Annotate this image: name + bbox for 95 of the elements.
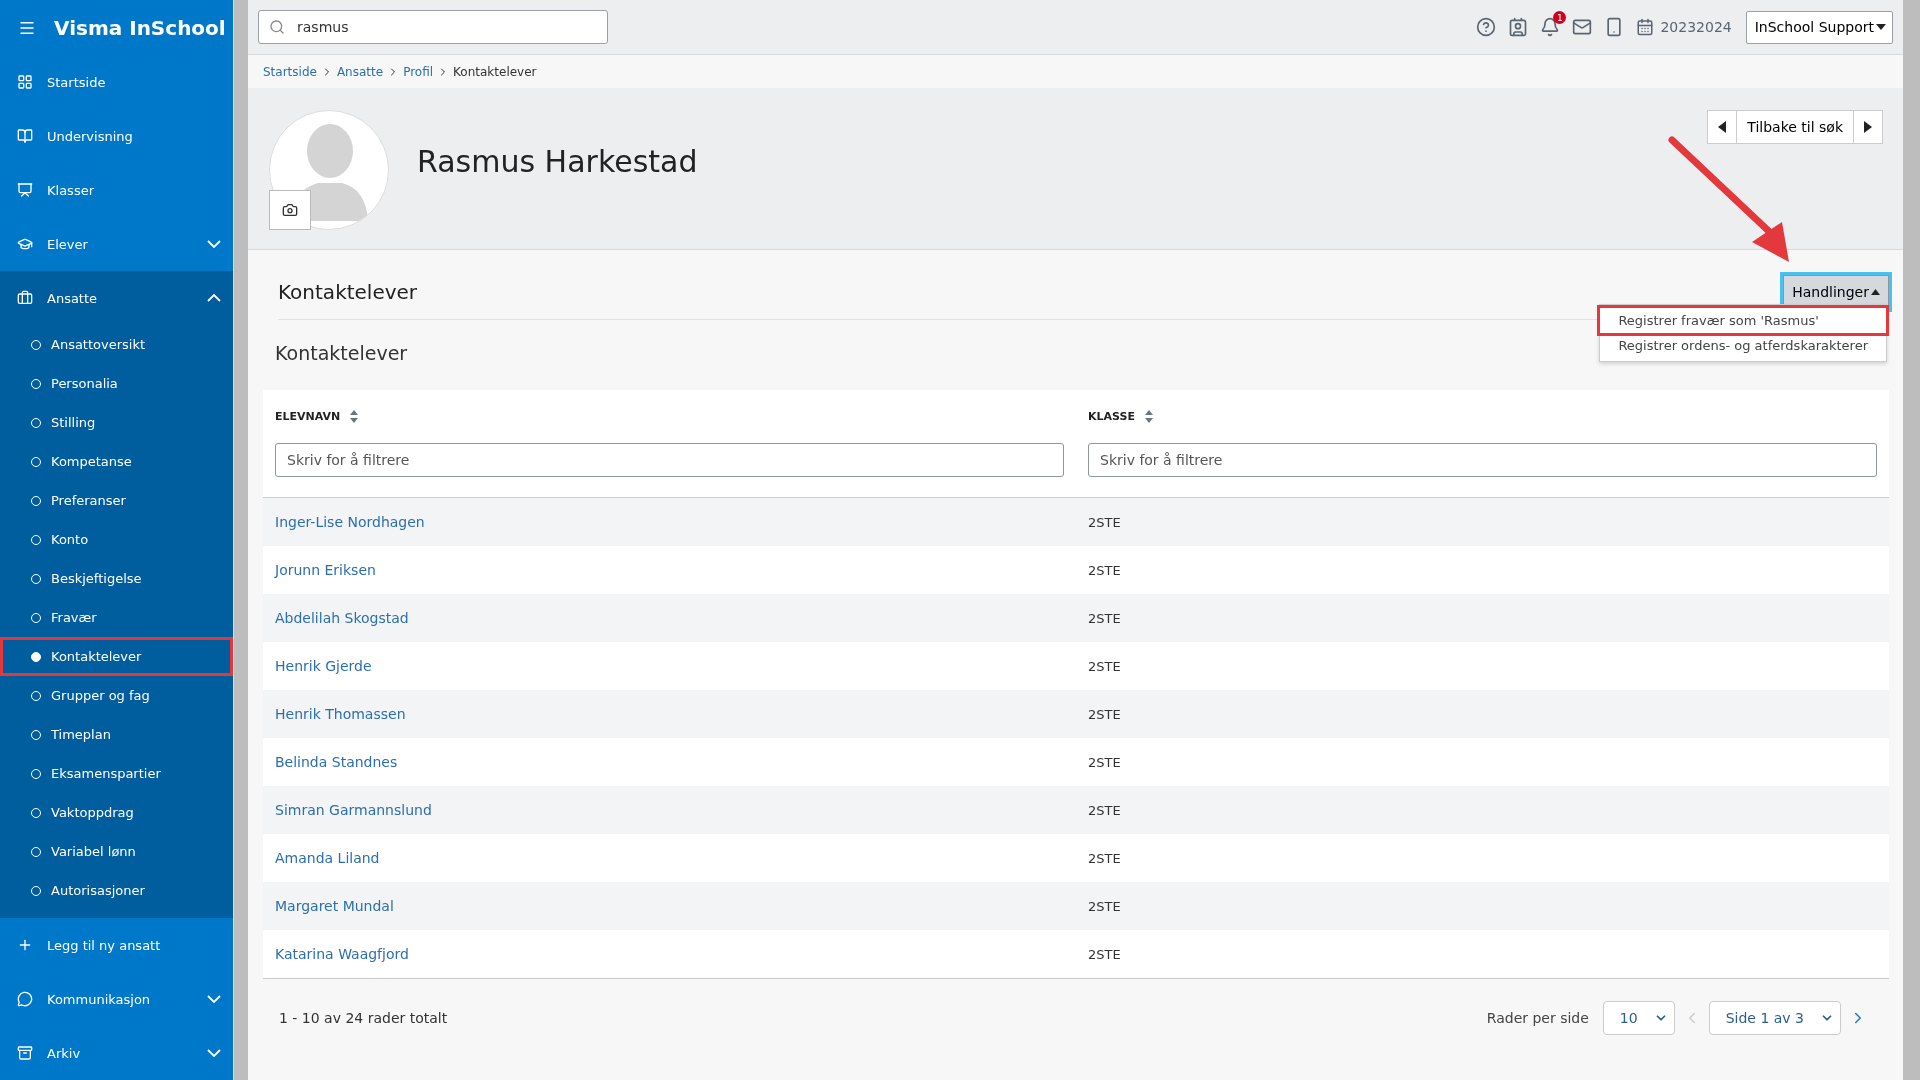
student-name-link[interactable]: Henrik Thomassen xyxy=(275,706,406,722)
archive-icon xyxy=(17,1045,33,1061)
plus-icon xyxy=(17,937,33,953)
sidebar-subitem[interactable]: Autorisasjoner xyxy=(0,871,233,910)
caret-icon xyxy=(1876,24,1886,30)
help-icon[interactable] xyxy=(1476,17,1497,37)
sidebar-subitem[interactable]: Grupper og fag xyxy=(0,676,233,715)
rows-summary: 1 - 10 av 24 rader totalt xyxy=(279,1010,448,1026)
sidebar-item[interactable]: Undervisning xyxy=(0,109,233,163)
next-button[interactable] xyxy=(1853,110,1883,144)
previous-button[interactable] xyxy=(1707,110,1738,144)
sort-icon[interactable] xyxy=(1144,410,1153,423)
sidebar-subitem[interactable]: Preferanser xyxy=(0,481,233,520)
breadcrumb-item: Kontaktelever xyxy=(453,64,537,79)
book-icon xyxy=(17,128,33,144)
sidebar-subitem[interactable]: Kontaktelever xyxy=(0,637,233,676)
table-cell: 2STE xyxy=(1088,706,1121,722)
sidebar-item[interactable]: Arkiv xyxy=(0,1026,233,1080)
sidebar-subitem[interactable]: Eksamenspartier xyxy=(0,754,233,793)
search-icon xyxy=(269,19,285,35)
app-title: Visma InSchool xyxy=(54,15,226,40)
menu-item[interactable]: Registrer fravær som 'Rasmus' xyxy=(1600,308,1886,333)
table-cell: 2STE xyxy=(1088,898,1121,914)
table-title: Kontaktelever xyxy=(275,342,408,364)
scrollbar[interactable] xyxy=(233,0,248,1080)
school-year[interactable]: 20232024 xyxy=(1660,19,1732,35)
rows-per-page-select[interactable]: 10 xyxy=(1602,1001,1675,1035)
table-cell: 2STE xyxy=(1088,562,1121,578)
student-name-link[interactable]: Katarina Waagfjord xyxy=(275,946,409,962)
chevron-down-icon xyxy=(207,240,221,248)
student-name-link[interactable]: Henrik Gjerde xyxy=(275,658,372,674)
menu-item[interactable]: Registrer ordens- og atferdskarakterer xyxy=(1600,333,1886,358)
contact-card-icon[interactable] xyxy=(1508,17,1529,37)
column-header[interactable]: KLASSE xyxy=(1088,410,1135,423)
student-icon xyxy=(17,236,33,252)
camera-button[interactable] xyxy=(269,190,311,230)
student-name-link[interactable]: Inger-Lise Nordhagen xyxy=(275,514,425,530)
filter-field[interactable]: Skriv for å filtrere xyxy=(1088,443,1877,477)
triangle-right-icon xyxy=(1864,121,1872,133)
notification-badge: 1 xyxy=(1553,11,1567,24)
sidebar-item[interactable]: Ansatte xyxy=(0,271,233,325)
table-cell: 2STE xyxy=(1088,802,1121,818)
triangle-left-icon xyxy=(1718,121,1727,133)
mail-icon[interactable] xyxy=(1572,17,1593,37)
chevron-down-icon xyxy=(207,1049,221,1057)
student-name-link[interactable]: Belinda Standnes xyxy=(275,754,398,770)
breadcrumb-item[interactable]: Startside xyxy=(263,64,317,79)
sidebar-item[interactable]: Elever xyxy=(0,217,233,271)
back-to-search-button[interactable]: Tilbake til søk xyxy=(1736,110,1854,144)
search-field[interactable]: rasmus xyxy=(258,10,608,44)
filter-field[interactable]: Skriv for å filtrere xyxy=(275,443,1064,477)
student-name-link[interactable]: Abdelilah Skogstad xyxy=(275,610,409,626)
chevron-up-icon xyxy=(207,294,221,302)
table-cell: 2STE xyxy=(1088,658,1121,674)
briefcase-icon xyxy=(17,290,33,306)
sidebar-subitem[interactable]: Personalia xyxy=(0,364,233,403)
sidebar-subitem[interactable]: Fravær xyxy=(0,598,233,637)
student-name-link[interactable]: Amanda Liland xyxy=(275,850,380,866)
table-cell: 2STE xyxy=(1088,610,1121,626)
sidebar-subitem[interactable]: Kompetanse xyxy=(0,442,233,481)
breadcrumb-item[interactable]: Ansatte xyxy=(336,64,384,79)
chevron-down-icon xyxy=(207,995,221,1003)
sidebar-item[interactable]: Legg til ny ansatt xyxy=(0,918,233,972)
sidebar-subitem[interactable]: Vaktoppdrag xyxy=(0,793,233,832)
student-name-link[interactable]: Jorunn Eriksen xyxy=(275,562,376,578)
chat-icon xyxy=(17,991,33,1007)
user-menu-button[interactable]: InSchool Support xyxy=(1745,10,1893,44)
sidebar-item[interactable]: Startside xyxy=(0,55,233,109)
student-name-link[interactable]: Simran Garmannslund xyxy=(275,802,432,818)
profile-name: Rasmus Harkestad xyxy=(417,144,698,179)
rows-per-page-label: Rader per side xyxy=(1486,1010,1589,1026)
table-cell: 2STE xyxy=(1088,946,1121,962)
sidebar-subitem[interactable]: Stilling xyxy=(0,403,233,442)
table-cell: 2STE xyxy=(1088,754,1121,770)
sidebar-subitem[interactable]: Konto xyxy=(0,520,233,559)
sidebar-subitem[interactable]: Beskjeftigelse xyxy=(0,559,233,598)
sort-icon[interactable] xyxy=(350,410,359,423)
table-cell: 2STE xyxy=(1088,514,1121,530)
sidebar-item[interactable]: Kommunikasjon xyxy=(0,972,233,1026)
table-cell: 2STE xyxy=(1088,850,1121,866)
board-icon xyxy=(17,182,33,198)
caret-icon xyxy=(1871,288,1880,295)
page-select[interactable]: Side 1 av 3 xyxy=(1708,1001,1841,1035)
sidebar-subitem[interactable]: Variabel lønn xyxy=(0,832,233,871)
student-name-link[interactable]: Margaret Mundal xyxy=(275,898,394,914)
grid-icon xyxy=(17,74,33,90)
breadcrumb-item[interactable]: Profil xyxy=(403,64,434,79)
sidebar-item[interactable]: Klasser xyxy=(0,163,233,217)
sidebar-subitem[interactable]: Ansattoversikt xyxy=(0,325,233,364)
camera-icon xyxy=(282,202,298,218)
calendar-icon xyxy=(1636,18,1655,36)
scrollbar[interactable] xyxy=(1903,0,1920,1080)
column-header[interactable]: ELEVNAVN xyxy=(275,410,341,423)
section-title: Kontaktelever xyxy=(278,279,418,304)
sidebar-subitem[interactable]: Timeplan xyxy=(0,715,233,754)
